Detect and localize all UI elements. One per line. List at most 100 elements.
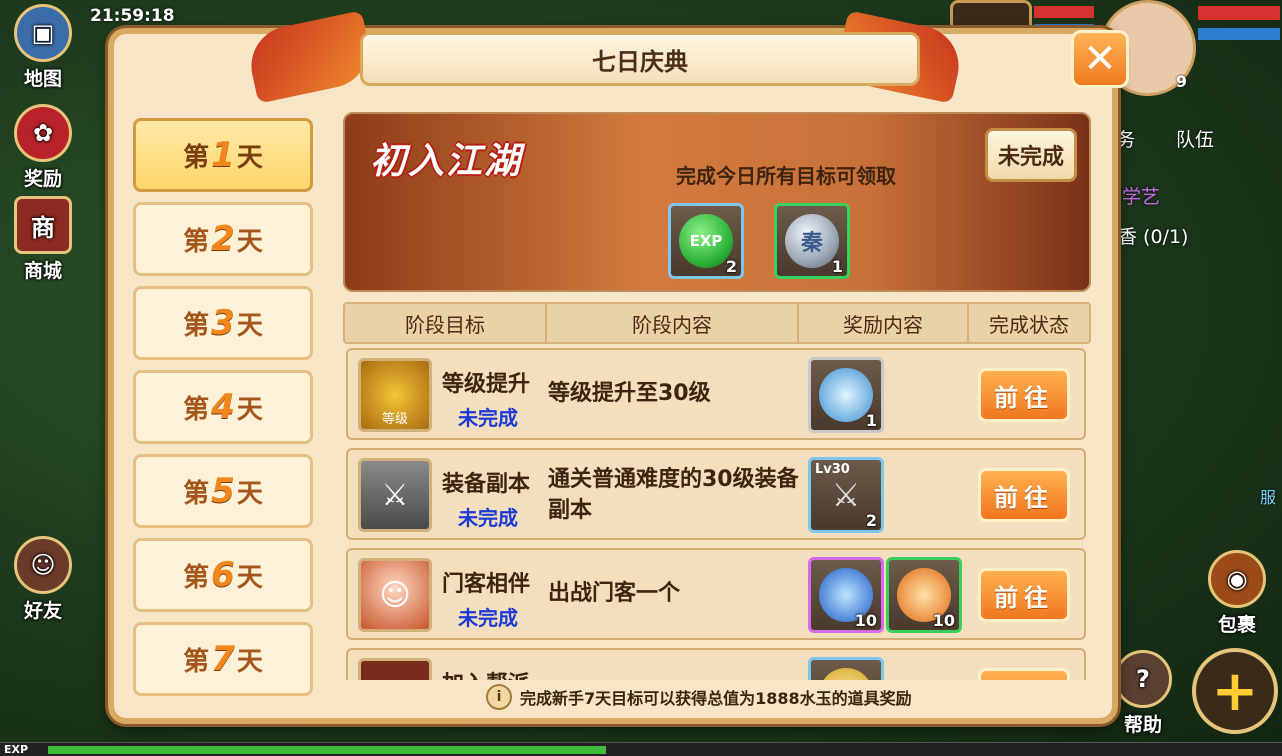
day-tab-3[interactable]: 第3天 [133,286,313,360]
map-label: 地图 [23,68,62,90]
goto-button[interactable] [978,668,1070,680]
team-tab-label: 队伍 [1176,129,1215,151]
shop-icon: 商 [14,196,72,254]
goto-button[interactable]: 前往 [978,568,1070,622]
column-header-goal: 阶段目标 [345,304,547,342]
goal-status: 未完成 [458,606,518,630]
day-prefix: 第 [183,646,210,677]
day-suffix: 天 [236,478,263,509]
day-status-button[interactable]: 未完成 [985,128,1077,182]
goto-button[interactable]: 前往 [978,368,1070,422]
quest-progress[interactable]: 香 (0/1) [1118,222,1188,249]
reward-level-tag: Lv30 [815,462,850,477]
dialog-title-text: 七日庆典 [592,47,688,76]
table-row: 加入帮派 [346,648,1086,680]
goal-name: 加入帮派 [442,666,530,680]
clock: 21:59:18 [90,6,175,26]
info-icon: i [486,684,512,710]
day-suffix: 天 [236,142,263,173]
footer-text: 完成新手7天目标可以获得总值为1888水玉的道具奖励 [520,689,912,708]
help-icon: ? [1114,650,1172,708]
reward-item[interactable]: 10 [808,557,884,633]
table-row: 等级 等级提升 未完成 等级提升至30级 1 前往 [346,348,1086,440]
day-prefix: 第 [183,142,210,173]
guild-icon [358,658,432,680]
goal-status: 未完成 [458,406,518,430]
footer-note: i 完成新手7天目标可以获得总值为1888水玉的道具奖励 [486,684,912,710]
column-header-status: 完成状态 [989,312,1069,337]
rewards-button[interactable]: ✿ 奖励 [6,104,80,191]
day-suffix: 天 [236,562,263,593]
banner-reward-exp[interactable]: EXP 2 [668,203,744,279]
day-prefix: 第 [183,310,210,341]
exp-bar: EXP [0,742,1282,756]
equipment-icon: ⚔ [358,458,432,532]
shop-label: 商城 [23,260,62,282]
goal-name: 等级提升 [442,372,531,397]
day-number: 7 [211,639,235,679]
gold-item-icon [819,668,873,680]
rewards-label: 奖励 [23,168,62,190]
shop-button[interactable]: 商 商城 [6,196,80,283]
retainer-avatar-icon: ☺ [358,558,432,632]
quest-title[interactable]: 学艺 [1122,182,1160,209]
day-prefix: 第 [183,394,210,425]
table-row: ☺ 门客相伴 未完成 出战门客一个 10 10 前往 [346,548,1086,640]
goal-content: 通关普通难度的30级装备副本 [548,467,799,523]
table-header: 阶段目标 阶段内容 奖励内容 完成状态 [343,302,1091,344]
goal-name: 装备副本 [442,472,531,497]
day-prefix: 第 [183,478,210,509]
bag-button[interactable]: ◉ 包裹 [1200,550,1274,637]
map-button[interactable]: ▣ 地图 [6,4,80,91]
banner-reward-coin[interactable]: 秦 1 [774,203,850,279]
close-icon: ✕ [1083,36,1117,82]
close-button[interactable]: ✕ [1071,30,1129,88]
avatar-level: 9 [1175,72,1187,91]
reward-item[interactable]: 10 [886,557,962,633]
goto-label: 前往 [994,483,1054,512]
reward-count: 10 [932,611,955,630]
day-suffix: 天 [236,394,263,425]
day-tab-4[interactable]: 第4天 [133,370,313,444]
goto-label: 前往 [994,383,1054,412]
target-hp-bar [1034,6,1094,18]
column-header-reward: 奖励内容 [799,304,969,342]
reward-item[interactable]: Lv30 ⚔ 2 [808,457,884,533]
goto-button[interactable]: 前往 [978,468,1070,522]
goal-list[interactable]: 等级 等级提升 未完成 等级提升至30级 1 前往 ⚔ 装备副本 未完成 通关普… [343,346,1091,680]
dialog-title: 七日庆典 [360,32,920,86]
task-tab[interactable]: 务 [1116,125,1135,152]
equipment-icon: ⚔ [831,476,861,514]
reward-count: 1 [865,411,877,430]
goto-label: 前往 [994,583,1054,612]
reward-item[interactable]: 1 [808,357,884,433]
friends-button[interactable]: ☺ 好友 [6,536,80,623]
day-number: 1 [211,135,235,175]
friend-icon: ☺ [14,536,72,594]
reward-item[interactable] [808,657,884,680]
day-tab-1[interactable]: 第1天 [133,118,313,192]
team-tab[interactable]: 队伍 [1176,125,1214,152]
day-suffix: 天 [236,646,263,677]
day-status-label: 未完成 [997,145,1064,170]
goal-content: 出战门客一个 [548,581,681,606]
task-tab-label: 务 [1116,129,1136,151]
exp-orb-text: EXP [689,232,723,250]
day-tab-5[interactable]: 第5天 [133,454,313,528]
reward-count: 10 [854,611,877,630]
day-tab-6[interactable]: 第6天 [133,538,313,612]
day-tab-7[interactable]: 第7天 [133,622,313,696]
day-suffix: 天 [236,226,263,257]
day-prefix: 第 [183,562,210,593]
expand-menu-button[interactable]: + [1192,648,1278,734]
gift-bag-icon: ✿ [14,104,72,162]
bag-icon: ◉ [1208,550,1266,608]
bag-label: 包裹 [1217,614,1256,636]
qin-coin-text: 秦 [800,231,823,256]
table-row: ⚔ 装备副本 未完成 通关普通难度的30级装备副本 Lv30 ⚔ 2 前往 [346,448,1086,540]
day-tab-2[interactable]: 第2天 [133,202,313,276]
exp-fill [48,746,606,754]
help-label: 帮助 [1123,714,1162,736]
level-up-icon: 等级 [358,358,432,432]
day-number: 6 [211,555,235,595]
